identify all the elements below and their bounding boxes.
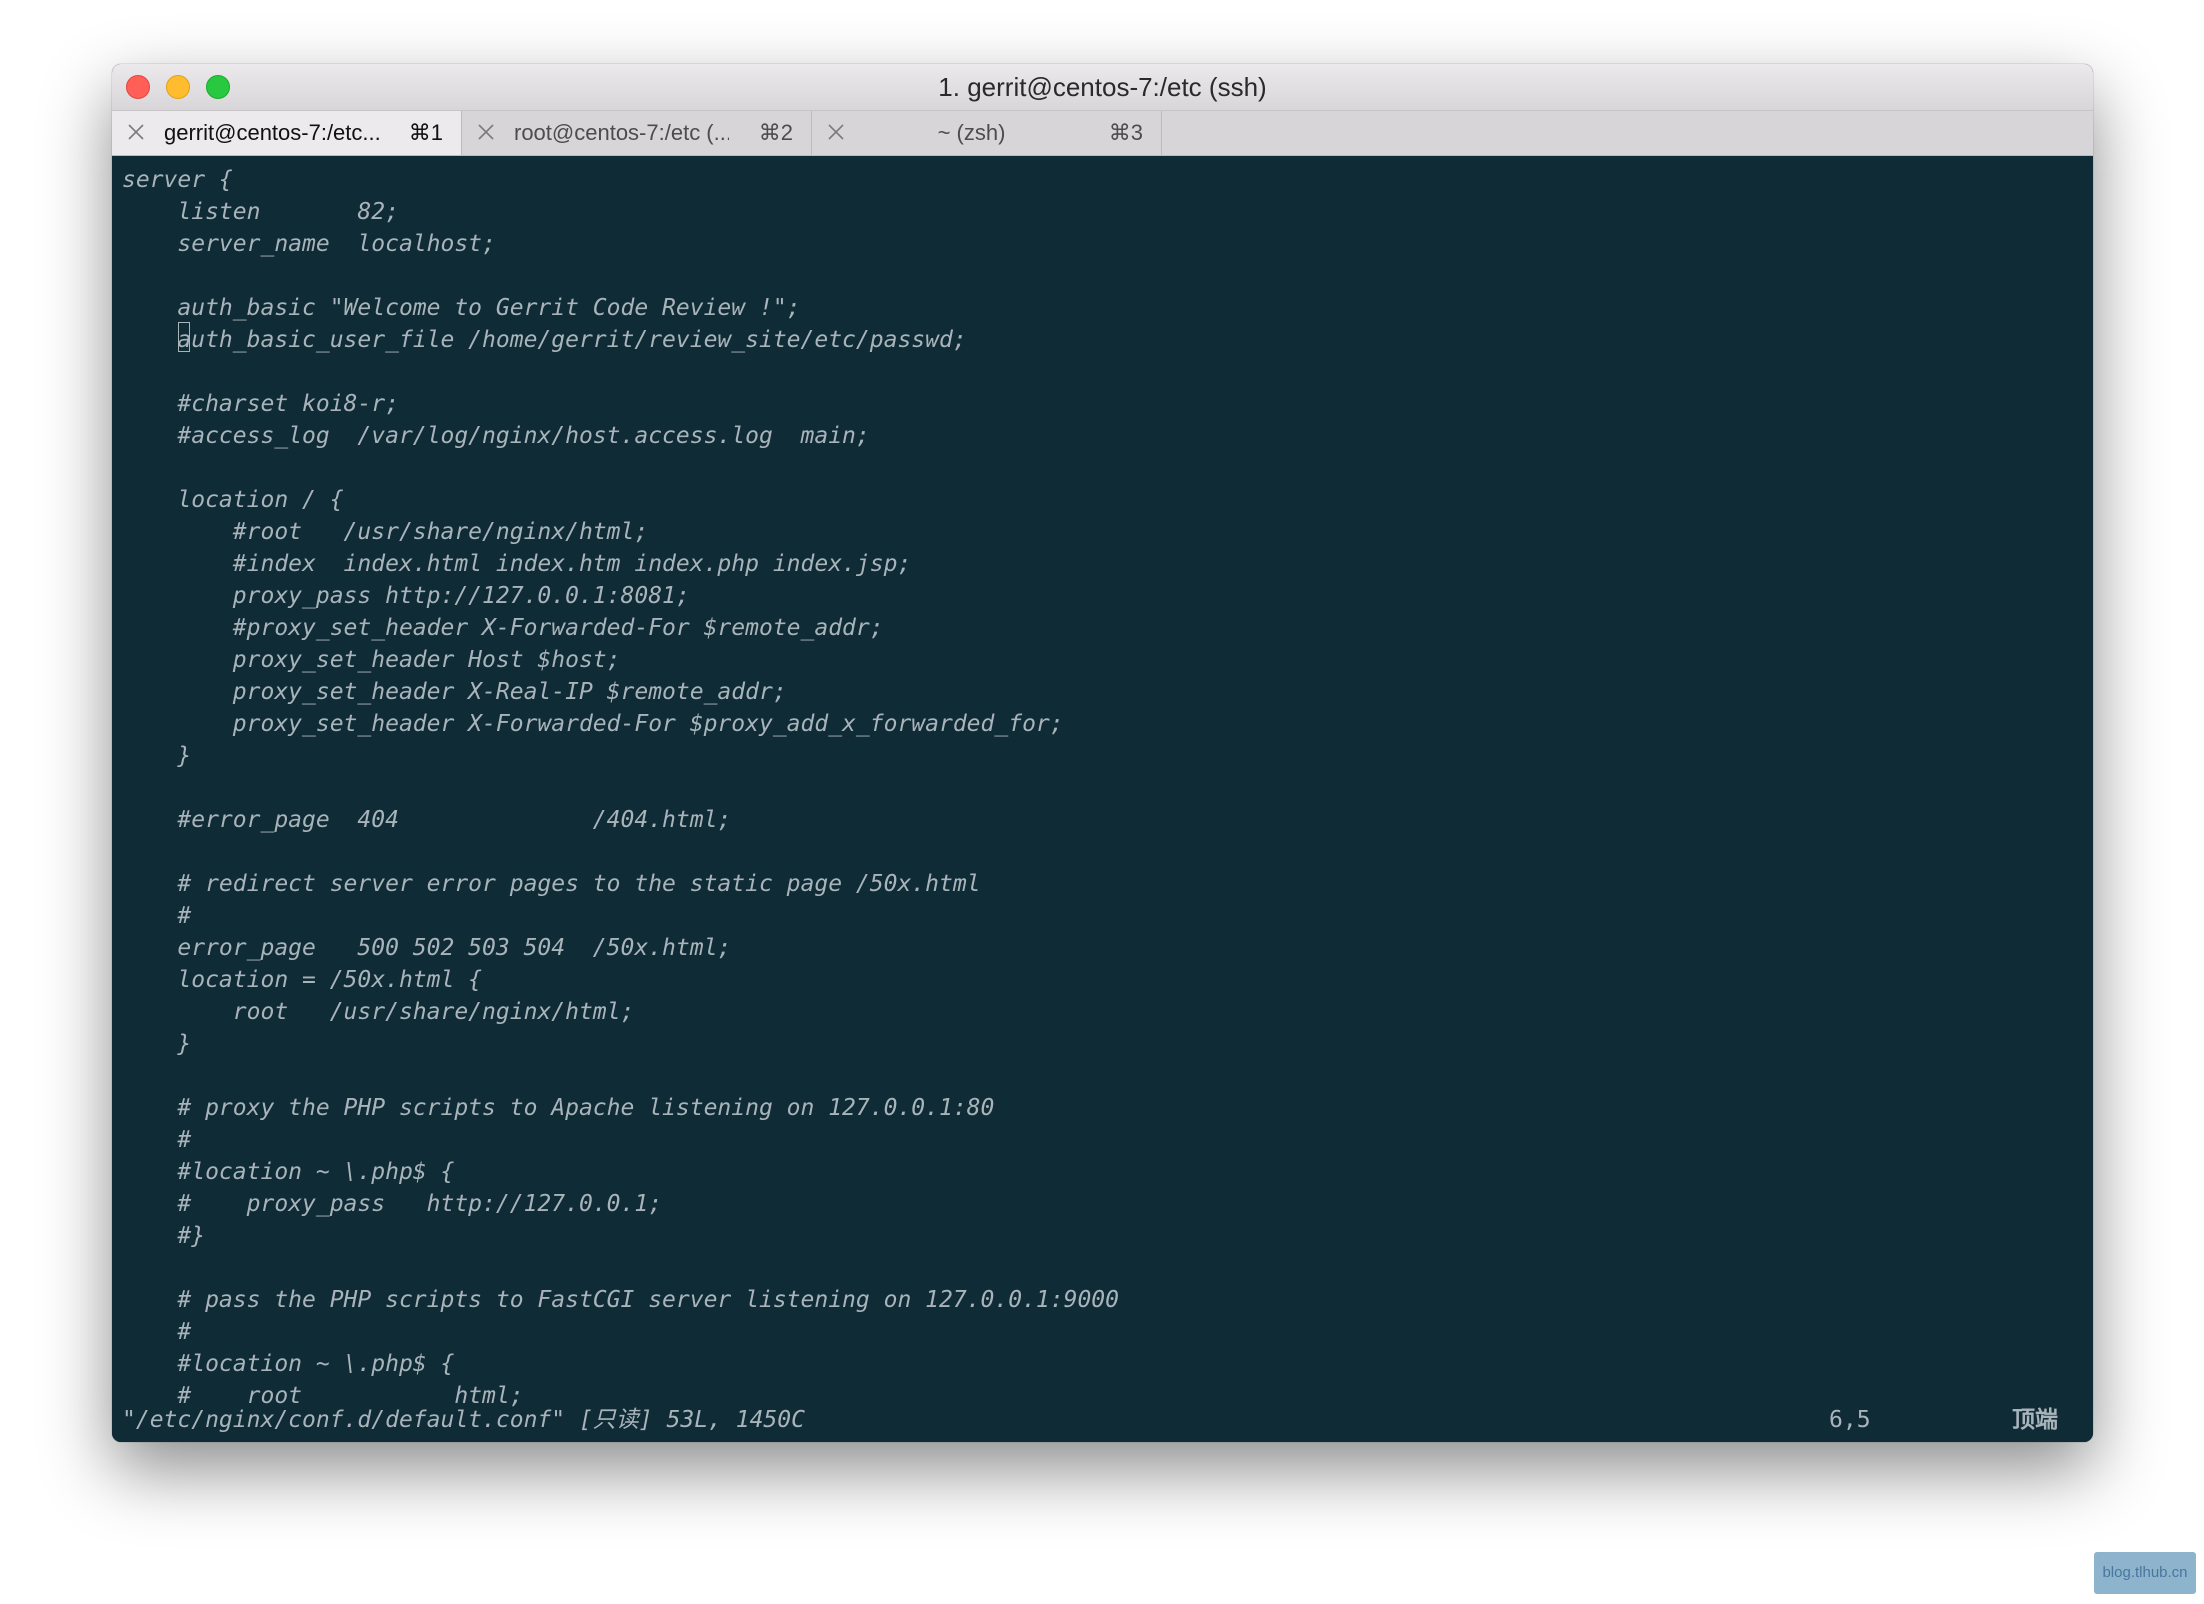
- scroll-position: 顶端: [2012, 1407, 2058, 1433]
- close-icon[interactable]: [476, 122, 496, 142]
- code-line: #}: [122, 1223, 206, 1249]
- code-line: # pass the PHP scripts to FastCGI server…: [122, 1287, 1119, 1313]
- code-line: proxy_pass http://127.0.0.1:8081;: [122, 583, 690, 609]
- code-line: root /usr/share/nginx/html;: [122, 999, 635, 1025]
- code-line: #charset koi8-r;: [122, 391, 399, 417]
- code-line: # proxy_pass http://127.0.0.1;: [122, 1191, 663, 1217]
- code-line: }: [122, 743, 192, 769]
- tab-shortcut: ⌘1: [408, 120, 443, 145]
- tab-label: root@centos-7:/etc (...: [514, 120, 729, 145]
- code-line: #error_page 404 /404.html;: [122, 807, 732, 833]
- close-icon[interactable]: [126, 122, 146, 142]
- code-line: # redirect server error pages to the sta…: [122, 871, 981, 897]
- code-line: proxy_set_header X-Forwarded-For $proxy_…: [122, 711, 1064, 737]
- tab-shortcut: ⌘3: [1108, 120, 1143, 145]
- code-line: #: [122, 1319, 192, 1345]
- vim-status-line: "/etc/nginx/conf.d/default.conf" [只读] 53…: [112, 1404, 2093, 1436]
- code-line: proxy_set_header X-Real-IP $remote_addr;: [122, 679, 787, 705]
- code-line: #location ~ \.php$ {: [122, 1159, 455, 1185]
- close-icon[interactable]: [826, 122, 846, 142]
- code-line: #access_log /var/log/nginx/host.access.l…: [122, 423, 870, 449]
- code-line: #: [122, 1127, 192, 1153]
- tab-shortcut: ⌘2: [758, 120, 793, 145]
- file-info: "/etc/nginx/conf.d/default.conf" [只读] 53…: [122, 1407, 805, 1433]
- tab-bar: gerrit@centos-7:/etc... ⌘1 root@centos-7…: [112, 111, 2093, 156]
- code-line: listen 82;: [122, 199, 399, 225]
- tab-label: gerrit@centos-7:/etc...: [164, 120, 379, 145]
- code-line: #: [122, 903, 192, 929]
- editor-buffer[interactable]: server { listen 82; server_name localhos…: [122, 164, 1119, 1412]
- code-line: server_name localhost;: [122, 231, 496, 257]
- code-line: location = /50x.html {: [122, 967, 483, 993]
- tab-gerrit[interactable]: gerrit@centos-7:/etc... ⌘1: [112, 111, 462, 155]
- code-line: auth_basic_user_file /home/gerrit/review…: [122, 327, 967, 353]
- watermark: blog.tlhub.cn: [2094, 1552, 2196, 1594]
- code-line: auth_basic "Welcome to Gerrit Code Revie…: [122, 295, 801, 321]
- text-cursor: [178, 322, 190, 352]
- tab-zsh[interactable]: ~ (zsh) ⌘3: [812, 111, 1162, 155]
- code-line: #root /usr/share/nginx/html;: [122, 519, 649, 545]
- code-line: #location ~ \.php$ {: [122, 1351, 455, 1377]
- code-line: }: [122, 1031, 192, 1057]
- cursor-position: 6,5: [1829, 1407, 1871, 1433]
- code-line: location / {: [122, 487, 344, 513]
- code-line: #index index.html index.htm index.php in…: [122, 551, 912, 577]
- code-line: # proxy the PHP scripts to Apache listen…: [122, 1095, 995, 1121]
- tab-root[interactable]: root@centos-7:/etc (... ⌘2: [462, 111, 812, 155]
- code-line: server {: [122, 167, 233, 193]
- terminal-content[interactable]: server { listen 82; server_name localhos…: [112, 156, 2093, 1442]
- title-bar[interactable]: 1. gerrit@centos-7:/etc (ssh): [112, 64, 2093, 111]
- tab-label: ~ (zsh): [937, 120, 1006, 145]
- code-line: proxy_set_header Host $host;: [122, 647, 621, 673]
- code-line: error_page 500 502 503 504 /50x.html;: [122, 935, 732, 961]
- window-title: 1. gerrit@centos-7:/etc (ssh): [938, 72, 1267, 102]
- code-line: #proxy_set_header X-Forwarded-For $remot…: [122, 615, 884, 641]
- terminal-window: 1. gerrit@centos-7:/etc (ssh) gerrit@cen…: [112, 64, 2093, 1442]
